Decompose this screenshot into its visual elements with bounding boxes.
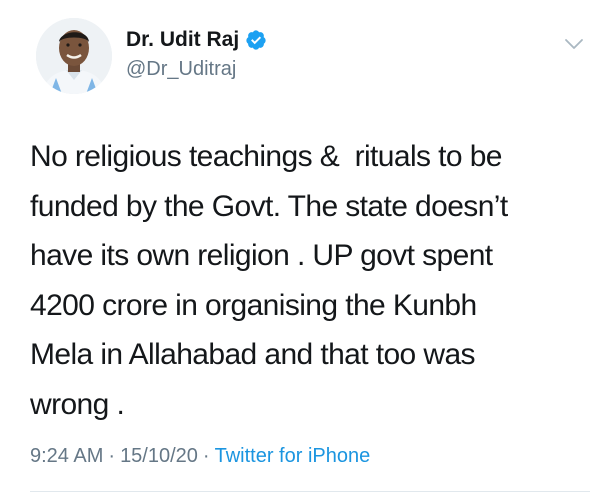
tweet-text-line: wrong . bbox=[30, 387, 125, 421]
meta-separator: · bbox=[108, 445, 116, 467]
tweet-meta: 9:24 AM · 15/10/20 · Twitter for iPhone bbox=[30, 445, 370, 468]
tweet-card: Dr. Udit Raj @Dr_Uditraj No religious te… bbox=[0, 0, 610, 499]
tweet-time[interactable]: 9:24 AM bbox=[30, 445, 103, 467]
chevron-down-icon[interactable] bbox=[563, 36, 585, 52]
avatar[interactable] bbox=[36, 18, 112, 94]
tweet-source-link[interactable]: Twitter for iPhone bbox=[215, 445, 371, 467]
tweet-text-line: funded by the Govt. The state doesn’t bbox=[30, 189, 508, 223]
verified-badge-icon bbox=[245, 29, 267, 51]
tweet-text-line: 4200 crore in organising the Kunbh bbox=[30, 288, 477, 322]
tweet-text: No religious teachings & rituals to be f… bbox=[30, 132, 590, 429]
display-name-text: Dr. Udit Raj bbox=[126, 28, 240, 51]
tweet-text-line: have its own religion . UP govt spent bbox=[30, 239, 493, 272]
tweet-text-line: Mela in Allahabad and that too was bbox=[30, 338, 476, 371]
avatar-image bbox=[36, 18, 112, 94]
tweet-date[interactable]: 15/10/20 bbox=[120, 445, 198, 467]
display-name[interactable]: Dr. Udit Raj bbox=[126, 28, 267, 52]
meta-separator: · bbox=[202, 445, 210, 467]
tweet-text-line: No religious teachings & rituals to be bbox=[30, 140, 502, 173]
user-handle[interactable]: @Dr_Uditraj bbox=[126, 58, 236, 81]
divider bbox=[30, 491, 590, 492]
